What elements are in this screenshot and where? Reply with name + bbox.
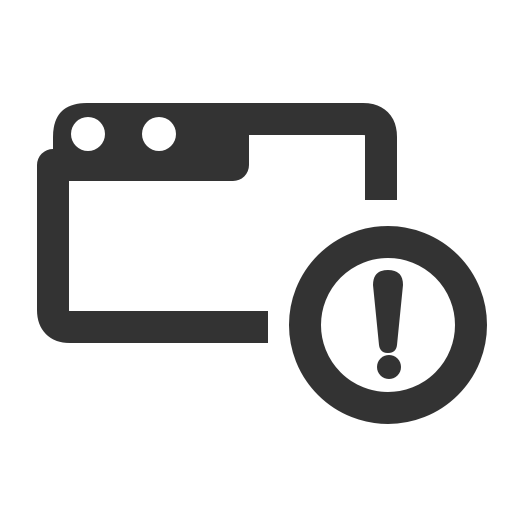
window-dot-2 bbox=[142, 117, 176, 151]
window-dot-1 bbox=[71, 117, 105, 151]
exclamation-dot bbox=[377, 355, 401, 379]
exclamation-warning-icon bbox=[289, 226, 487, 424]
exclamation-bar bbox=[373, 270, 403, 353]
icon-canvas bbox=[0, 0, 512, 512]
browser-window-warning-icon bbox=[37, 103, 487, 424]
browser-window-icon bbox=[37, 103, 397, 343]
